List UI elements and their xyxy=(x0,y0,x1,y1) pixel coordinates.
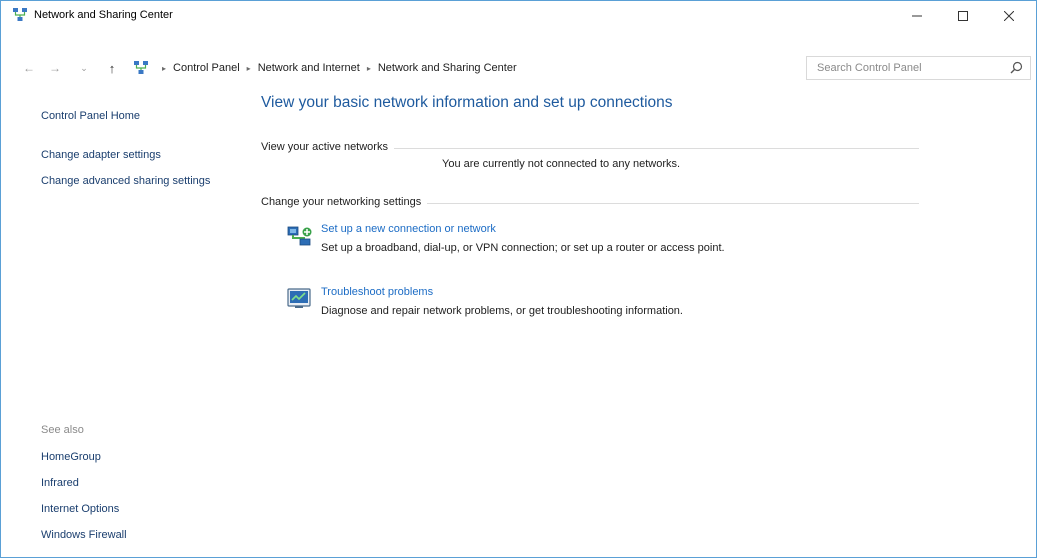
forward-arrow-icon: → xyxy=(49,61,61,75)
active-networks-header: View your active networks xyxy=(261,141,388,153)
minimize-icon xyxy=(912,15,922,17)
breadcrumb-separator[interactable]: ▸ xyxy=(247,64,251,73)
window: Network and Sharing Center ← → ⌄ ↑ ▸ Con… xyxy=(0,0,1037,558)
page-title: View your basic network information and … xyxy=(261,94,673,111)
address-bar[interactable]: ▸ Control Panel ▸ Network and Internet ▸… xyxy=(127,55,913,81)
change-advanced-sharing-settings-link[interactable]: Change advanced sharing settings xyxy=(41,174,211,189)
search-box[interactable] xyxy=(806,56,1031,80)
troubleshoot-link[interactable]: Troubleshoot problems xyxy=(321,286,433,298)
change-adapter-settings-link[interactable]: Change adapter settings xyxy=(41,148,161,163)
up-arrow-icon: ↑ xyxy=(108,60,116,76)
breadcrumb-separator[interactable]: ▸ xyxy=(367,64,371,73)
breadcrumb-network-and-sharing-center[interactable]: Network and Sharing Center xyxy=(378,62,517,74)
no-network-message: You are currently not connected to any n… xyxy=(442,158,681,170)
change-settings-header: Change your networking settings xyxy=(261,196,422,208)
minimize-button[interactable] xyxy=(894,1,940,31)
windows-firewall-link[interactable]: Windows Firewall xyxy=(41,528,127,543)
setup-connection-description: Set up a broadband, dial-up, or VPN conn… xyxy=(321,242,725,254)
troubleshoot-description: Diagnose and repair network problems, or… xyxy=(321,305,683,317)
window-title: Network and Sharing Center xyxy=(34,9,173,21)
setup-connection-link[interactable]: Set up a new connection or network xyxy=(321,223,496,235)
title-bar[interactable]: Network and Sharing Center xyxy=(1,1,1036,31)
change-settings-section: Change your networking settings xyxy=(261,196,919,208)
maximize-icon xyxy=(958,11,968,21)
chevron-down-icon: ⌄ xyxy=(80,62,88,73)
network-center-icon xyxy=(13,8,27,21)
breadcrumb-control-panel[interactable]: Control Panel xyxy=(173,62,240,74)
recent-locations-button[interactable]: ⌄ xyxy=(77,55,91,81)
internet-options-link[interactable]: Internet Options xyxy=(41,502,119,517)
control-panel-home-link[interactable]: Control Panel Home xyxy=(41,109,140,124)
forward-button[interactable]: → xyxy=(45,55,65,81)
close-icon xyxy=(1004,11,1014,21)
section-divider xyxy=(393,147,919,149)
active-networks-section: View your active networks xyxy=(261,141,919,153)
search-icon[interactable] xyxy=(1008,60,1024,76)
breadcrumb-network-and-internet[interactable]: Network and Internet xyxy=(258,62,360,74)
back-button[interactable]: ← xyxy=(19,55,39,81)
main-content: View your basic network information and … xyxy=(261,81,1021,551)
homegroup-link[interactable]: HomeGroup xyxy=(41,450,101,465)
search-input[interactable] xyxy=(807,57,997,79)
up-button[interactable]: ↑ xyxy=(101,55,123,81)
back-arrow-icon: ← xyxy=(23,61,35,75)
control-panel-network-icon xyxy=(134,61,148,74)
infrared-link[interactable]: Infrared xyxy=(41,476,79,491)
maximize-button[interactable] xyxy=(940,1,986,31)
close-button[interactable] xyxy=(986,1,1032,31)
left-pane: Control Panel Home Change adapter settin… xyxy=(1,81,241,558)
breadcrumb-separator[interactable]: ▸ xyxy=(162,64,166,73)
section-divider xyxy=(427,202,919,204)
see-also-heading: See also xyxy=(41,424,84,436)
troubleshoot-icon[interactable] xyxy=(285,286,315,312)
network-setup-icon[interactable] xyxy=(285,223,315,249)
